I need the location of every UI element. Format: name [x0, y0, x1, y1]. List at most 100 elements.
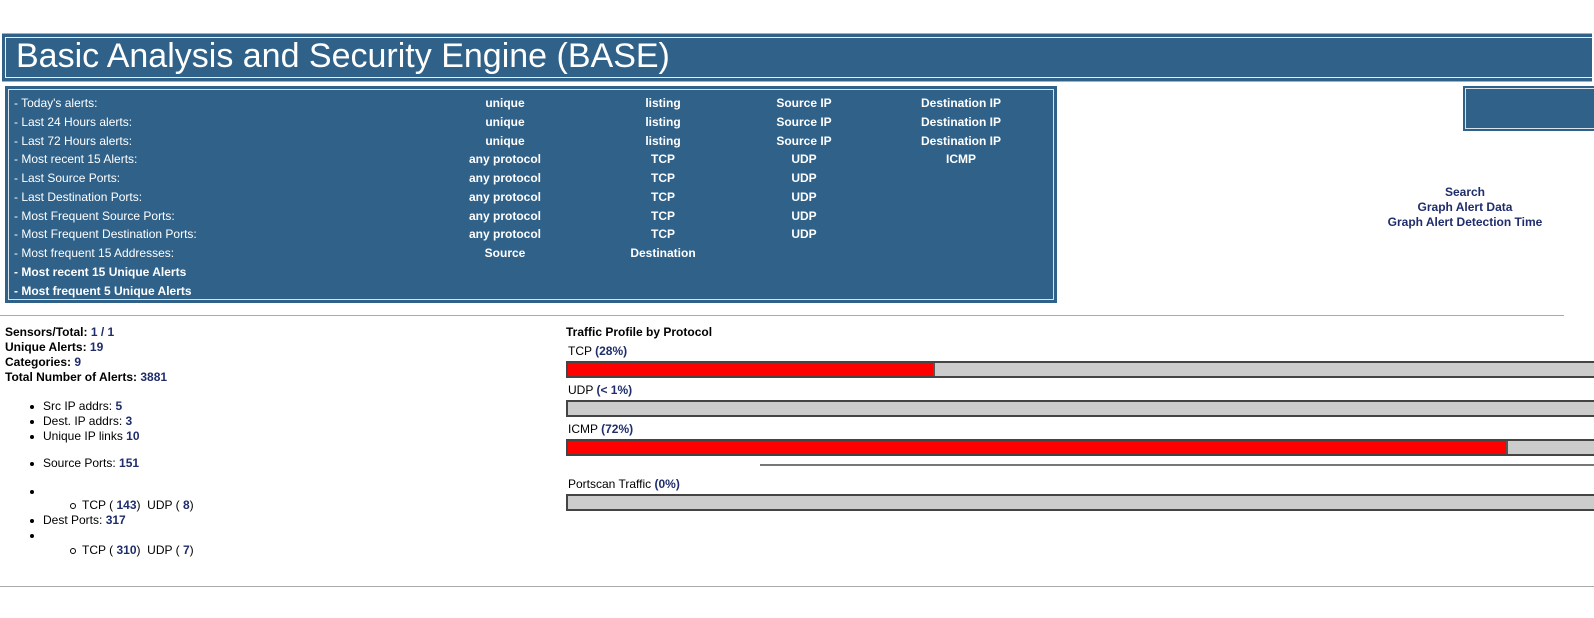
panel-row: - Today's alerts: unique listing Source IP D…: [9, 96, 1053, 114]
categories-line: Categories: 9: [5, 355, 167, 370]
portscan-bar: [566, 494, 1594, 511]
panel-link[interactable]: unique: [485, 115, 524, 129]
dst-tcp-label: TCP (: [82, 543, 114, 557]
src-ports-label: Source Ports:: [43, 456, 116, 470]
panel-link[interactable]: TCP: [651, 209, 675, 223]
tcp-label: TCP: [568, 344, 592, 358]
list-item-src-ip: Src IP addrs: 5: [30, 399, 122, 413]
panel-row-label: - Last Source Ports:: [14, 171, 121, 185]
dst-udp-label: ) UDP (: [136, 543, 180, 557]
dst-ports-label: Dest Ports:: [43, 513, 103, 527]
icmp-pct-link[interactable]: (72%): [601, 422, 633, 436]
panel-link[interactable]: TCP: [651, 152, 675, 166]
bullet-icon: [30, 534, 34, 538]
src-ip-label: Src IP addrs:: [43, 399, 113, 413]
categories-label: Categories:: [5, 355, 72, 369]
panel-link[interactable]: UDP: [791, 227, 816, 241]
panel-link[interactable]: ICMP: [946, 152, 976, 166]
panel-link[interactable]: Destination IP: [921, 134, 1001, 148]
panel-link[interactable]: UDP: [791, 152, 816, 166]
panel-link[interactable]: UDP: [791, 209, 816, 223]
panel-link[interactable]: listing: [645, 115, 680, 129]
panel-link[interactable]: any protocol: [469, 209, 541, 223]
page-title: Basic Analysis and Security Engine (BASE…: [16, 37, 670, 75]
dst-ports-link[interactable]: 317: [106, 513, 126, 527]
src-tcp-link[interactable]: 143: [116, 498, 136, 512]
sensors-label: Sensors/Total:: [5, 325, 88, 339]
dst-close: ): [189, 543, 194, 557]
tcp-pct-link[interactable]: (28%): [595, 344, 627, 358]
bullet-icon: [30, 420, 34, 424]
alert-links-panel-frame: - Today's alerts: unique listing Source IP D…: [8, 89, 1054, 300]
panel-link[interactable]: Source IP: [776, 96, 831, 110]
graph-alert-detection-time-link[interactable]: Graph Alert Detection Time: [1365, 215, 1565, 230]
dst-ip-link[interactable]: 3: [126, 414, 133, 428]
panel-link[interactable]: Destination IP: [921, 96, 1001, 110]
panel-row-label: - Most Frequent Destination Ports:: [14, 227, 197, 242]
circle-bullet-icon: [70, 503, 76, 509]
panel-row: - Most recent 15 Alerts: any protocol TCP U…: [9, 152, 1053, 170]
bullet-icon: [30, 435, 34, 439]
panel-link[interactable]: TCP: [651, 227, 675, 241]
panel-row: - Last 72 Hours alerts: unique listing Sour…: [9, 134, 1053, 152]
panel-row-label: - Today's alerts:: [14, 96, 98, 110]
dst-tcp-link[interactable]: 310: [116, 543, 136, 557]
panel-link[interactable]: Source: [485, 246, 526, 260]
panel-row-label: - Most recent 15 Alerts:: [14, 152, 138, 167]
panel-link[interactable]: TCP: [651, 171, 675, 185]
categories-link[interactable]: 9: [74, 355, 81, 369]
panel-link[interactable]: any protocol: [469, 190, 541, 204]
panel-link[interactable]: unique: [485, 96, 524, 110]
search-link[interactable]: Search: [1365, 185, 1565, 200]
panel-row: - Most frequent 5 Unique Alerts: [9, 284, 1053, 302]
total-alerts-link[interactable]: 3881: [140, 370, 167, 384]
panel-link[interactable]: unique: [485, 134, 524, 148]
panel-row: - Last 24 Hours alerts: unique listing Sour…: [9, 115, 1053, 133]
udp-pct-link[interactable]: (< 1%): [596, 383, 632, 397]
list-item-dst-ip: Dest. IP addrs: 3: [30, 414, 133, 428]
panel-link[interactable]: Source IP: [776, 134, 831, 148]
panel-link[interactable]: listing: [645, 134, 680, 148]
unique-alerts-link[interactable]: 19: [90, 340, 103, 354]
panel-row: - Last Source Ports: any protocol TCP UDP: [9, 171, 1053, 189]
src-ports-link[interactable]: 151: [119, 456, 139, 470]
panel-link[interactable]: UDP: [791, 171, 816, 185]
src-tcp-label: TCP (: [82, 498, 114, 512]
bullet-icon: [30, 462, 34, 466]
panel-link[interactable]: Destination: [630, 246, 695, 260]
panel-link[interactable]: UDP: [791, 190, 816, 204]
header-banner: Basic Analysis and Security Engine (BASE…: [2, 33, 1592, 82]
src-udp-link[interactable]: 8: [183, 498, 190, 512]
tcp-bar-fill: [568, 363, 935, 376]
panel-link[interactable]: listing: [645, 96, 680, 110]
panel-row-label: - Last Destination Ports:: [14, 189, 143, 204]
panel-row-label[interactable]: - Most frequent 5 Unique Alerts: [14, 284, 192, 298]
udp-bar: [566, 400, 1594, 417]
dst-udp-link[interactable]: 7: [183, 543, 190, 557]
panel-row: - Most recent 15 Unique Alerts: [9, 265, 1053, 283]
panel-link[interactable]: any protocol: [469, 227, 541, 241]
panel-link[interactable]: Destination IP: [921, 115, 1001, 129]
graph-alert-data-link[interactable]: Graph Alert Data: [1365, 200, 1565, 215]
panel-link[interactable]: any protocol: [469, 152, 541, 166]
list-item-dst-ports: Dest Ports: 317: [30, 513, 126, 527]
divider-top: [0, 315, 1564, 316]
panel-link[interactable]: Source IP: [776, 115, 831, 129]
sensors-value-link[interactable]: 1: [91, 325, 98, 339]
panel-row-label: - Last 24 Hours alerts:: [14, 114, 133, 129]
icmp-bar-fill: [568, 441, 1508, 454]
panel-row: - Most Frequent Source Ports: any protoco…: [9, 209, 1053, 227]
divider-traffic: [760, 464, 1594, 466]
ip-links-link[interactable]: 10: [126, 429, 139, 443]
ip-links-label: Unique IP links: [43, 429, 123, 443]
panel-row: - Last Destination Ports: any protocol TCP…: [9, 190, 1053, 208]
portscan-pct-link[interactable]: (0%): [655, 477, 680, 491]
panel-row: - Most frequent 15 Addresses: Source Desti…: [9, 246, 1053, 264]
panel-row-label[interactable]: - Most recent 15 Unique Alerts: [14, 265, 186, 279]
list-item-src-ports: Source Ports: 151: [30, 456, 139, 470]
src-ip-link[interactable]: 5: [115, 399, 122, 413]
panel-link[interactable]: TCP: [651, 190, 675, 204]
panel-link[interactable]: any protocol: [469, 171, 541, 185]
src-udp-label: ) UDP (: [136, 498, 180, 512]
sensors-total-link[interactable]: 1: [108, 325, 115, 339]
